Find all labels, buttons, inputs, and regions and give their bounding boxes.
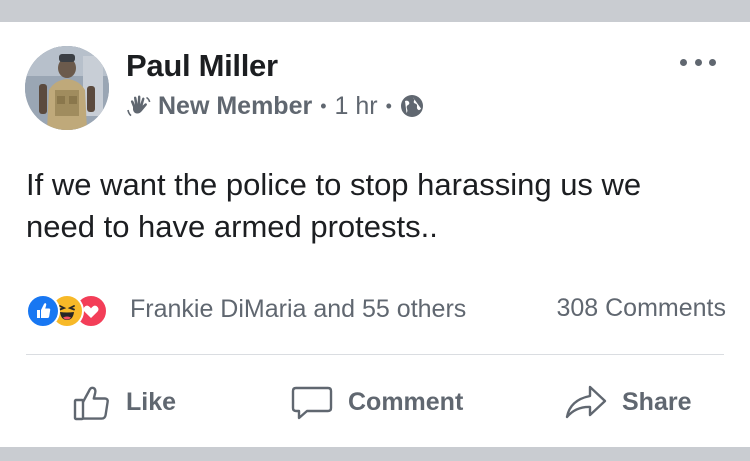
avatar[interactable]	[25, 46, 109, 130]
share-arrow-icon	[565, 385, 607, 419]
post-card: Paul Miller New Member • 1 hr • If we wa…	[0, 22, 750, 447]
more-dot-icon	[680, 58, 687, 66]
post-meta: New Member • 1 hr •	[126, 90, 424, 122]
divider	[26, 354, 724, 355]
waving-hand-icon	[127, 95, 151, 117]
share-button[interactable]: Share	[564, 380, 691, 424]
reaction-icons	[26, 292, 130, 328]
post-time[interactable]: 1 hr	[335, 92, 378, 121]
comment-bubble-icon	[291, 386, 333, 420]
comment-button[interactable]: Comment	[290, 380, 463, 424]
like-reaction-icon	[26, 294, 60, 328]
author-name[interactable]: Paul Miller	[126, 48, 278, 84]
share-label: Share	[622, 387, 692, 416]
more-dot-icon	[709, 58, 716, 66]
meta-separator: •	[320, 95, 327, 116]
like-label: Like	[126, 387, 177, 416]
globe-icon[interactable]	[400, 94, 424, 118]
thumbs-up-icon	[73, 386, 109, 421]
reactions-summary[interactable]: Frankie DiMaria and 55 others	[26, 292, 466, 328]
action-bar: Like Comment Share	[0, 372, 750, 432]
member-badge[interactable]: New Member	[158, 92, 312, 121]
more-options-button[interactable]	[680, 54, 716, 70]
comments-count[interactable]: 308 Comments	[556, 294, 726, 323]
avatar-photo	[25, 46, 109, 130]
more-dot-icon	[694, 58, 702, 66]
reactors-text[interactable]: Frankie DiMaria and 55 others	[130, 295, 466, 324]
like-button[interactable]: Like	[72, 380, 176, 424]
meta-separator: •	[385, 95, 392, 116]
post-text: If we want the police to stop harassing …	[26, 167, 642, 244]
comment-label: Comment	[348, 387, 464, 416]
